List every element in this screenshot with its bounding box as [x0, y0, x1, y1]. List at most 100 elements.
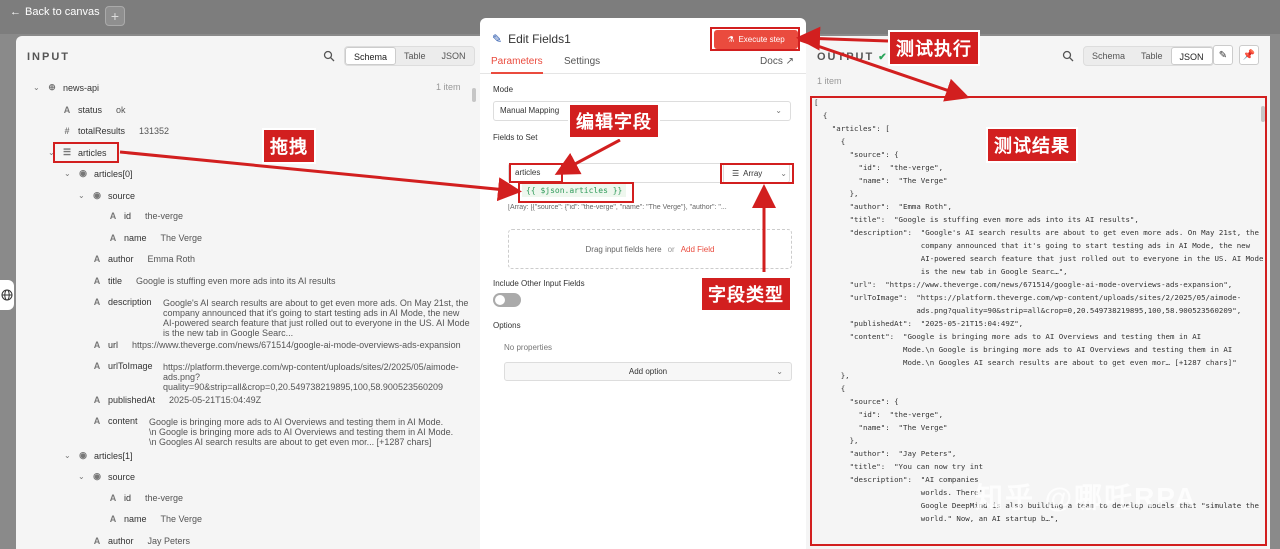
- tree-row[interactable]: A urlToImage: [92, 361, 153, 371]
- docs-link[interactable]: Docs ↗: [760, 56, 794, 67]
- chevron-down-icon: ⌄: [64, 451, 71, 460]
- search-icon[interactable]: [323, 50, 335, 62]
- tree-row[interactable]: A name The Verge: [108, 514, 202, 524]
- output-view-switch: Schema Table JSON: [1083, 46, 1214, 66]
- string-type-icon: A: [109, 514, 117, 524]
- tree-row[interactable]: A author Jay Peters: [92, 536, 190, 546]
- back-to-canvas-button[interactable]: ← Back to canvas: [10, 4, 100, 20]
- input-tab-table[interactable]: Table: [396, 47, 434, 65]
- string-type-icon: A: [93, 297, 101, 307]
- tree-row[interactable]: A id the-verge: [108, 493, 183, 503]
- callout-test-exec: 测试执行: [888, 30, 980, 66]
- expression-preview: [Array: [{"source": {"id": "the-verge", …: [508, 204, 727, 211]
- search-icon[interactable]: [1062, 50, 1074, 62]
- options-label: Options: [493, 321, 521, 330]
- callout-field-type: 字段类型: [700, 276, 792, 312]
- string-type-icon: A: [109, 211, 117, 221]
- highlight-expression: [518, 182, 634, 203]
- globe-icon[interactable]: [0, 280, 14, 310]
- tree-row[interactable]: ⌄ ◉ articles[0]: [64, 168, 133, 179]
- input-tab-schema[interactable]: Schema: [345, 47, 397, 65]
- string-type-icon: A: [93, 416, 101, 426]
- input-title: INPUT: [27, 51, 70, 63]
- tree-row[interactable]: A description: [92, 297, 152, 307]
- input-panel: INPUT Schema Table JSON 1 item ⌄ ⊕ news-…: [16, 36, 480, 549]
- tree-root[interactable]: ⌄ ⊕ news-api: [33, 82, 99, 93]
- tree-row[interactable]: ⌄ ◉ articles[1]: [64, 450, 133, 461]
- chevron-down-icon: ⌄: [78, 191, 85, 200]
- callout-drag: 拖拽: [262, 128, 316, 164]
- chevron-down-icon: ⌄: [775, 106, 782, 115]
- include-other-fields-toggle[interactable]: [493, 293, 521, 307]
- string-type-icon: A: [93, 340, 101, 350]
- back-label: Back to canvas: [25, 6, 100, 18]
- input-scrollbar[interactable]: [472, 88, 476, 102]
- input-view-switch: Schema Table JSON: [344, 46, 475, 66]
- add-field-link[interactable]: Add Field: [681, 245, 715, 254]
- include-other-fields-label: Include Other Input Fields: [493, 279, 585, 288]
- tree-row[interactable]: A content: [92, 416, 138, 426]
- drop-zone[interactable]: Drag input fields here or Add Field: [508, 229, 792, 269]
- edit-output-button[interactable]: ✎: [1213, 45, 1233, 65]
- tab-settings[interactable]: Settings: [564, 56, 600, 67]
- pin-icon: 📌: [1242, 49, 1256, 61]
- node-tabs: Parameters Settings Docs ↗: [480, 56, 806, 74]
- tree-row[interactable]: A id the-verge: [108, 211, 183, 221]
- input-tab-json[interactable]: JSON: [434, 47, 474, 65]
- tree-row[interactable]: A publishedAt 2025-05-21T15:04:49Z: [92, 395, 261, 405]
- add-option-select[interactable]: Add option ⌄: [504, 362, 792, 381]
- string-type-icon: A: [93, 254, 101, 264]
- object-type-icon: ◉: [79, 450, 87, 460]
- output-tab-schema[interactable]: Schema: [1084, 47, 1133, 65]
- mode-label: Mode: [493, 85, 514, 94]
- urltoimage-value: https://platform.theverge.com/wp-content…: [163, 362, 459, 392]
- string-type-icon: A: [93, 361, 101, 371]
- tree-row[interactable]: A url https://www.theverge.com/news/6715…: [92, 340, 461, 350]
- string-type-icon: A: [63, 105, 71, 115]
- description-value: Google's AI search results are about to …: [163, 298, 470, 338]
- pencil-icon: ✎: [1218, 49, 1228, 61]
- highlight-field-type: [720, 163, 794, 184]
- callout-edit-field: 编辑字段: [568, 103, 660, 139]
- tree-row[interactable]: A status ok: [62, 105, 126, 115]
- content-value: Google is bringing more ads to AI Overvi…: [149, 417, 454, 447]
- output-item-count: 1 item: [817, 76, 842, 86]
- highlight-field-name: [509, 163, 563, 183]
- string-type-icon: A: [93, 276, 101, 286]
- string-type-icon: A: [93, 536, 101, 546]
- string-type-icon: A: [93, 395, 101, 405]
- highlight-execute-button: [710, 27, 800, 51]
- watermark: 知乎 @哪吒RPA: [975, 482, 1198, 513]
- fields-to-set-label: Fields to Set: [493, 133, 538, 142]
- object-type-icon: ◉: [79, 168, 87, 178]
- chevron-down-icon: ⌄: [33, 83, 40, 92]
- tree-row[interactable]: ⌄ ◉ source: [78, 190, 135, 201]
- no-properties-text: No properties: [504, 343, 553, 352]
- output-tab-table[interactable]: Table: [1133, 47, 1171, 65]
- callout-test-result: 测试结果: [986, 127, 1078, 163]
- chevron-down-icon: ⌄: [64, 169, 71, 178]
- tree-row[interactable]: A name The Verge: [108, 233, 202, 243]
- tree-row[interactable]: A title Google is stuffing even more ads…: [92, 276, 336, 286]
- object-type-icon: ◉: [93, 190, 101, 200]
- output-tab-json[interactable]: JSON: [1170, 47, 1213, 65]
- pencil-icon: ✎: [492, 32, 503, 46]
- number-type-icon: #: [64, 126, 70, 136]
- input-header: INPUT Schema Table JSON: [16, 36, 480, 76]
- tree-row[interactable]: ⌄ ◉ source: [78, 471, 135, 482]
- string-type-icon: A: [109, 233, 117, 243]
- input-item-count: 1 item: [436, 82, 461, 92]
- tree-row[interactable]: A author Emma Roth: [92, 254, 195, 264]
- chevron-down-icon: ⌄: [776, 367, 783, 376]
- node-globe-icon: ⊕: [48, 82, 56, 92]
- tree-row[interactable]: # totalResults 131352: [62, 126, 169, 136]
- chevron-down-icon: ⌄: [78, 472, 85, 481]
- add-node-button[interactable]: +: [105, 6, 125, 26]
- arrow-left-icon: ←: [10, 6, 21, 18]
- output-title: OUTPUT ✔: [817, 51, 889, 63]
- external-link-icon: ↗: [785, 56, 794, 67]
- tab-parameters[interactable]: Parameters: [491, 56, 543, 74]
- node-title: ✎ Edit Fields1: [492, 32, 571, 46]
- pin-data-button[interactable]: 📌: [1239, 45, 1259, 65]
- string-type-icon: A: [109, 493, 117, 503]
